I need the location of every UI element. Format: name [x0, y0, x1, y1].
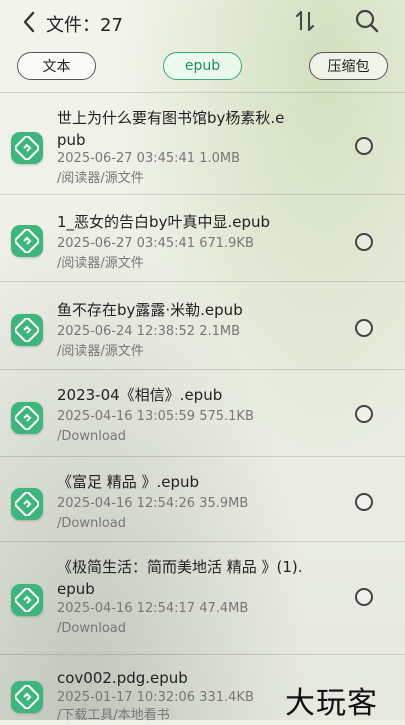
file-path: /阅读器/源文件 [57, 256, 144, 271]
file-name: 《极简生活：简而美地活 精品 》(1).epub [57, 558, 303, 598]
select-radio[interactable] [355, 137, 373, 155]
epub-file-icon [11, 488, 43, 520]
top-bar: 文件：27 [0, 0, 405, 44]
file-path: /下载工具/本地看书 [57, 708, 170, 723]
back-icon[interactable] [18, 10, 42, 34]
file-meta: 2025-04-16 13:05:59 575.1KB [57, 409, 254, 424]
row-divider [0, 281, 405, 282]
file-meta: 2025-04-16 12:54:26 35.9MB [57, 496, 249, 511]
file-path: /阅读器/源文件 [57, 171, 144, 186]
row-divider [0, 541, 405, 542]
select-radio[interactable] [355, 405, 373, 423]
select-radio[interactable] [355, 233, 373, 251]
file-path: /Download [57, 516, 126, 531]
row-divider [0, 456, 405, 457]
file-meta: 2025-06-24 12:38:52 2.1MB [57, 324, 241, 339]
epub-file-icon [11, 132, 43, 164]
file-path: /Download [57, 429, 126, 444]
filter-archive-button[interactable]: 压缩包 [309, 52, 388, 80]
filter-epub-button[interactable]: epub [163, 52, 242, 80]
header-divider [0, 92, 405, 93]
sort-icon[interactable] [294, 9, 316, 33]
page-title: 文件：27 [46, 15, 123, 36]
row-divider [0, 654, 405, 655]
row-divider [0, 369, 405, 370]
file-name: 2023-04《相信》.epub [57, 386, 223, 404]
search-icon[interactable] [354, 8, 380, 34]
epub-file-icon [11, 584, 43, 616]
select-radio[interactable] [355, 319, 373, 337]
epub-file-icon [11, 225, 43, 257]
file-name: cov002.pdg.epub [57, 669, 188, 687]
epub-file-icon [11, 314, 43, 346]
watermark-logo: 大玩客 [285, 686, 378, 721]
select-radio[interactable] [355, 493, 373, 511]
epub-file-icon [11, 402, 43, 434]
file-meta: 2025-01-17 10:32:06 331.4KB [57, 690, 254, 705]
file-meta: 2025-04-16 12:54:17 47.4MB [57, 601, 249, 616]
file-path: /Download [57, 621, 126, 636]
select-radio[interactable] [355, 588, 373, 606]
file-name: 鱼不存在by露露·米勒.epub [57, 301, 243, 319]
file-name: 1_恶女的告白by叶真中显.epub [57, 213, 270, 231]
epub-file-icon [11, 681, 43, 713]
row-divider [0, 194, 405, 195]
file-path: /阅读器/源文件 [57, 344, 144, 359]
file-name: 世上为什么要有图书馆by杨素秋.epub [57, 109, 285, 149]
filter-text-button[interactable]: 文本 [17, 52, 96, 80]
file-meta: 2025-06-27 03:45:41 1.0MB [57, 151, 241, 166]
file-name: 《富足 精品 》.epub [57, 473, 200, 491]
filter-bar: 文本 epub 压缩包 [0, 52, 405, 84]
file-meta: 2025-06-27 03:45:41 671.9KB [57, 236, 254, 251]
